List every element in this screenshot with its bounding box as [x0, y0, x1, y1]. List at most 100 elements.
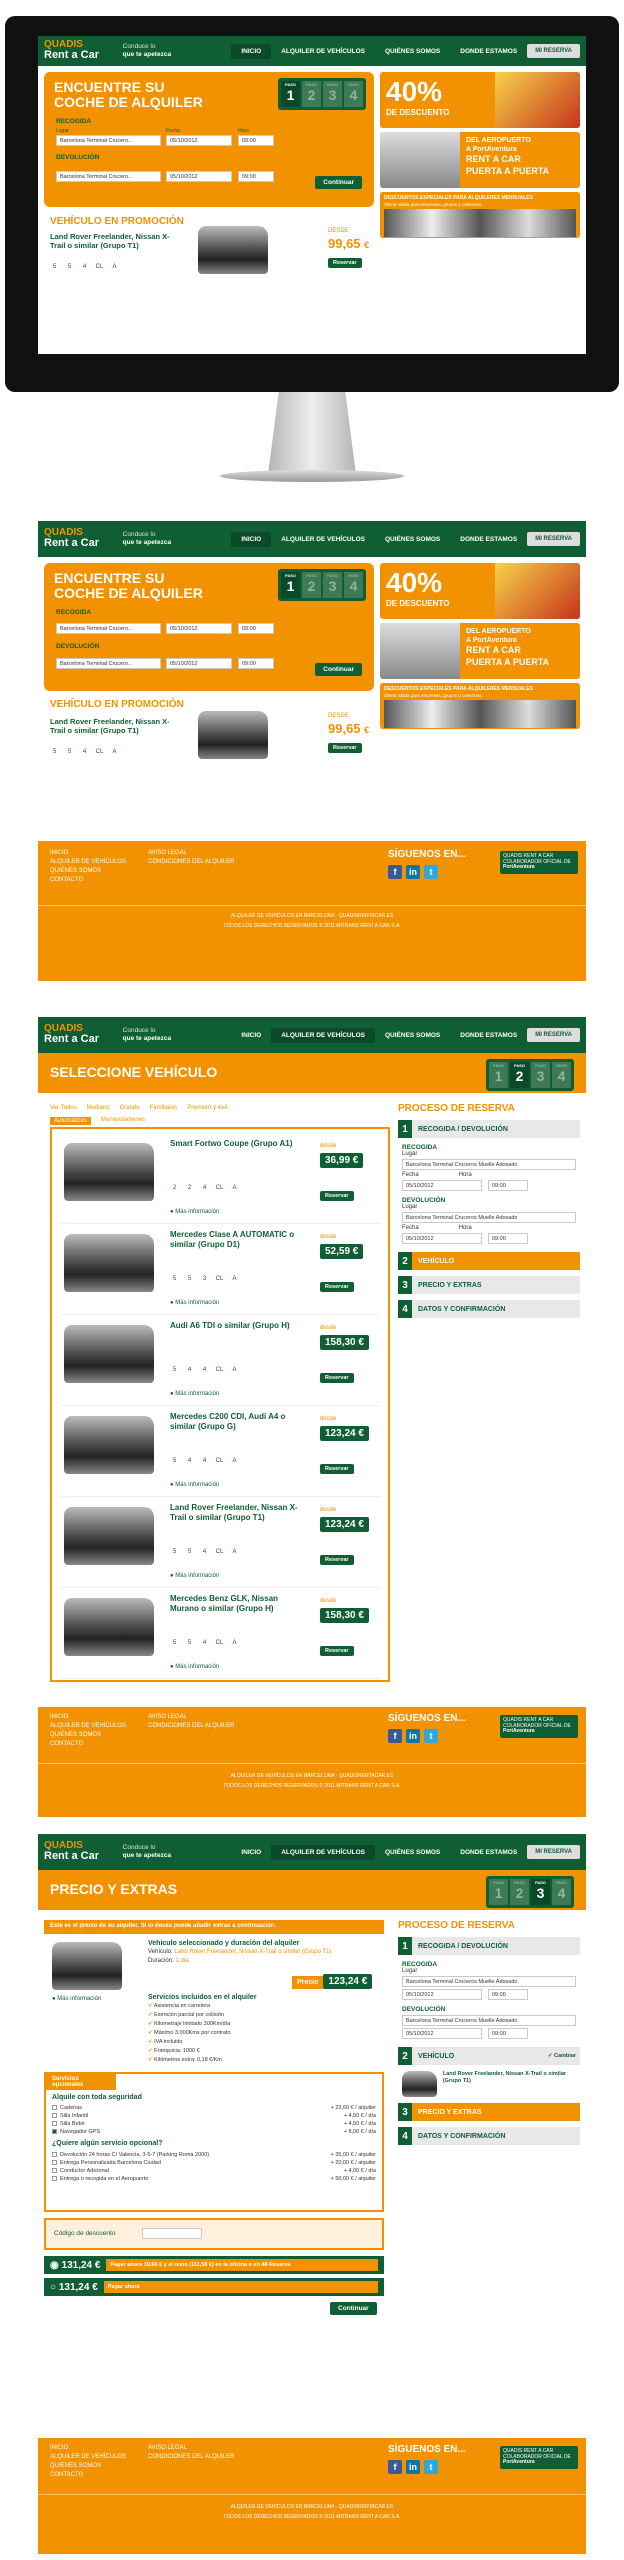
footer-link-conditions[interactable]: CONDICIONES DEL ALQUILER: [148, 2453, 234, 2462]
vehicle-reserve-button[interactable]: Reservar: [320, 1282, 354, 1292]
menu-quienes[interactable]: QUIÉNES SOMOS: [375, 1845, 450, 1860]
discount-code-input[interactable]: [142, 2228, 202, 2239]
menu-donde[interactable]: DONDE ESTAMOS: [450, 44, 527, 59]
footer-link-alquiler[interactable]: ALQUILER DE VEHÍCULOS: [50, 858, 126, 867]
sidebar-step-3[interactable]: 3 PRECIO Y EXTRAS: [398, 1276, 580, 1294]
menu-donde[interactable]: DONDE ESTAMOS: [450, 532, 527, 547]
linkedin-icon[interactable]: in: [406, 865, 420, 879]
sidebar-return-place[interactable]: Barcelona Terminal Cruceros Muelle Adosa…: [402, 1212, 576, 1223]
tab-medium[interactable]: Mediano: [87, 1105, 110, 1111]
my-booking-button[interactable]: MI RESERVA: [527, 1845, 580, 1859]
my-booking-button[interactable]: MI RESERVA: [527, 1028, 580, 1042]
extras-continue-button[interactable]: Continuar: [330, 2302, 377, 2315]
footer-link-conditions[interactable]: CONDICIONES DEL ALQUILER: [148, 1722, 234, 1731]
tab-all[interactable]: Ver Todos: [50, 1105, 77, 1111]
pickup-time-input[interactable]: 09:00: [238, 623, 274, 634]
checkbox[interactable]: [52, 2151, 57, 2157]
sidebar-return-place[interactable]: Barcelona Terminal Cruceros Muelle Adosa…: [402, 2015, 576, 2026]
sidebar-step-2[interactable]: 2 VEHÍCULO ✓ Cambiar: [398, 2047, 580, 2065]
footer-link-contacto[interactable]: CONTACTO: [50, 876, 126, 885]
footer-link-inicio[interactable]: INICIO: [50, 2444, 126, 2453]
my-booking-button[interactable]: MI RESERVA: [527, 532, 580, 546]
logo[interactable]: QUADIS Rent a Car: [44, 527, 123, 550]
sidebar-pickup-time[interactable]: 09:00: [488, 1989, 528, 2000]
vehicle-more-info[interactable]: ● Más información: [170, 1391, 219, 1397]
more-info-link[interactable]: ● Más información: [52, 1996, 101, 2002]
vehicle-more-info[interactable]: ● Más información: [170, 1482, 219, 1488]
footer-link-legal[interactable]: AVISO LEGAL: [148, 2444, 234, 2453]
vehicle-more-info[interactable]: ● Más información: [170, 1573, 219, 1579]
return-place-input[interactable]: Barcelona Terminal Crucero...: [56, 658, 161, 669]
sidebar-return-time[interactable]: 09:00: [488, 2028, 528, 2039]
sidebar-step-1[interactable]: 1 RECOGIDA / DEVOLUCIÓN: [398, 1937, 580, 1955]
menu-inicio[interactable]: INICIO: [231, 1845, 271, 1860]
portaventura-badge[interactable]: QUADIS RENT A CAR COLABORADOR OFICIAL DE…: [500, 851, 578, 874]
linkedin-icon[interactable]: in: [406, 1729, 420, 1743]
menu-inicio[interactable]: INICIO: [231, 1028, 271, 1043]
menu-inicio[interactable]: INICIO: [231, 43, 272, 59]
menu-alquiler[interactable]: ALQUILER DE VEHÍCULOS: [271, 1844, 375, 1860]
portaventura-badge[interactable]: QUADIS RENT A CAR COLABORADOR OFICIAL DE…: [500, 1715, 578, 1738]
vehicle-reserve-button[interactable]: Reservar: [320, 1373, 354, 1383]
checkbox[interactable]: [52, 2159, 57, 2165]
optional-item[interactable]: Silla Bebé + 4,50 € / día: [52, 2120, 376, 2128]
vehicle-more-info[interactable]: ● Más información: [170, 1300, 219, 1306]
sidebar-pickup-date[interactable]: 05/10/2012: [402, 1180, 482, 1191]
twitter-icon[interactable]: t: [424, 1729, 438, 1743]
menu-inicio[interactable]: INICIO: [231, 531, 272, 547]
sidebar-pickup-time[interactable]: 09:00: [488, 1180, 528, 1191]
footer-link-conditions[interactable]: CONDICIONES DEL ALQUILER: [148, 858, 234, 867]
sidebar-step-1[interactable]: 1 RECOGIDA / DEVOLUCIÓN: [398, 1120, 580, 1138]
logo[interactable]: QUADIS Rent a Car: [44, 1023, 123, 1046]
menu-quienes[interactable]: QUIÉNES SOMOS: [375, 1028, 450, 1043]
footer-link-contacto[interactable]: CONTACTO: [50, 1740, 126, 1749]
sidebar-pickup-place[interactable]: Barcelona Terminal Cruceros Muelle Adosa…: [402, 1976, 576, 1987]
promo-reserve-button[interactable]: Reservar: [328, 743, 362, 753]
sidebar-step-2[interactable]: 2 VEHÍCULO: [398, 1252, 580, 1270]
sidebar-return-time[interactable]: 09:00: [488, 1233, 528, 1244]
sidebar-step-3[interactable]: 3 PRECIO Y EXTRAS: [398, 2103, 580, 2121]
continue-button[interactable]: Continuar: [315, 176, 362, 189]
return-time-input[interactable]: 09:00: [238, 658, 274, 669]
optional-item[interactable]: Silla Infantil + 4,50 € / día: [52, 2112, 376, 2120]
vehicle-reserve-button[interactable]: Reservar: [320, 1555, 354, 1565]
optional-item[interactable]: Navegador GPS + 8,00 € / día: [52, 2128, 376, 2136]
optional-item[interactable]: Devolución 24 horas C/ Valencia, 3-5-7 (…: [52, 2151, 376, 2159]
checkbox[interactable]: [52, 2105, 57, 2111]
banner-portaventura[interactable]: DEL AEROPUERTO A PortAventura RENT A CAR P…: [380, 132, 580, 188]
banner-monthly[interactable]: DESCUENTOS ESPECIALES PARA ALQUILERES ME…: [380, 683, 580, 729]
pay-option-1[interactable]: ◉ 131,24 € Pagar ahora 19,66 € y el resto…: [44, 2256, 384, 2274]
tab-automatic[interactable]: Automáticos: [50, 1117, 92, 1125]
sidebar-step-4[interactable]: 4 DATOS Y CONFIRMACIÓN: [398, 1300, 580, 1318]
footer-link-inicio[interactable]: INICIO: [50, 1713, 126, 1722]
linkedin-icon[interactable]: in: [406, 2460, 420, 2474]
vehicle-reserve-button[interactable]: Reservar: [320, 1646, 354, 1656]
pickup-date-input[interactable]: 05/10/2012: [166, 135, 232, 146]
footer-link-alquiler[interactable]: ALQUILER DE VEHÍCULOS: [50, 2453, 126, 2462]
sidebar-pickup-place[interactable]: Barcelona Terminal Cruceros Muelle Adosa…: [402, 1159, 576, 1170]
optional-item[interactable]: Cadenas + 23,60 € / alquiler: [52, 2104, 376, 2112]
return-place-input[interactable]: Barcelona Terminal Crucero...: [56, 171, 161, 182]
logo[interactable]: QUADIS Rent a Car: [44, 39, 123, 62]
pay-option-2[interactable]: ○ 131,24 € Pagar ahora: [44, 2278, 384, 2296]
menu-alquiler[interactable]: ALQUILER DE VEHÍCULOS: [271, 532, 375, 547]
pickup-time-input[interactable]: 09:00: [238, 135, 274, 146]
promo-reserve-button[interactable]: Reservar: [328, 258, 362, 268]
sidebar-return-date[interactable]: 05/10/2012: [402, 2028, 482, 2039]
menu-alquiler[interactable]: ALQUILER DE VEHÍCULOS: [271, 44, 375, 59]
sidebar-return-date[interactable]: 05/10/2012: [402, 1233, 482, 1244]
twitter-icon[interactable]: t: [424, 2460, 438, 2474]
my-booking-button[interactable]: MI RESERVA: [527, 44, 580, 58]
sidebar-step-4[interactable]: 4 DATOS Y CONFIRMACIÓN: [398, 2127, 580, 2145]
return-time-input[interactable]: 09:00: [238, 171, 274, 182]
checkbox[interactable]: [52, 2129, 57, 2135]
tab-premium[interactable]: Premium y 4x4: [187, 1105, 227, 1111]
footer-link-contacto[interactable]: CONTACTO: [50, 2471, 126, 2480]
checkbox[interactable]: [52, 2167, 57, 2173]
logo[interactable]: QUADIS Rent a Car: [44, 1840, 123, 1863]
menu-donde[interactable]: DONDE ESTAMOS: [450, 1845, 527, 1860]
menu-quienes[interactable]: QUIÉNES SOMOS: [375, 532, 450, 547]
checkbox[interactable]: [52, 2121, 57, 2127]
tab-family[interactable]: Familiares: [150, 1105, 178, 1111]
banner-discount[interactable]: 40% DE DESCUENTO: [380, 72, 580, 128]
